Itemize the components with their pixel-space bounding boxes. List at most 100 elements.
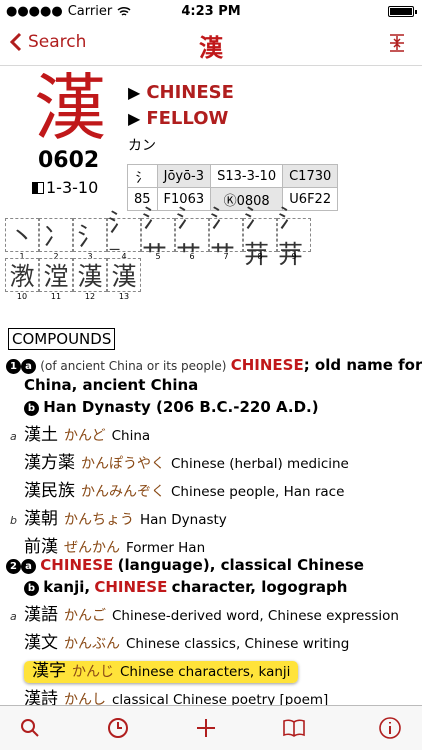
stroke-glyph: 丶 (5, 218, 39, 252)
compound-reading: ぜんかん (64, 540, 120, 556)
tab-book[interactable] (282, 716, 306, 740)
compound-reading: かんちょう (64, 512, 134, 528)
number-1-icon: 1 (6, 358, 21, 374)
stroke-glyph: 漢 (73, 258, 107, 292)
navigation-bar: Search 漢 (0, 22, 422, 66)
compound-word: 漢方薬 (24, 453, 75, 473)
stroke-number: 11 (50, 292, 62, 301)
compounds-heading: COMPOUNDS (8, 328, 116, 350)
stroke-row-1: 丶 1 冫 2 氵 3 氵⁻ 4 氵艹 5 氵艹 6 氵艹 7 氵茾 8 氵茾 9 (5, 204, 311, 269)
stroke-glyph: 冫 (39, 218, 73, 252)
half-square-icon (32, 181, 44, 194)
list-item[interactable]: 漢文 かんぶん Chinese classics, Chinese writing (10, 628, 349, 653)
entry-content: 前漢 ぜんかん Former Han (24, 537, 206, 557)
tab-search[interactable] (18, 716, 42, 740)
stroke-glyph: 氵茾 (243, 204, 277, 269)
joyo-cell: Jōyō-3 (156, 164, 212, 188)
battery-icon (388, 6, 417, 17)
stroke-cell: 氵茾 9 (277, 204, 311, 269)
stroke-cell: 漢 12 (73, 258, 107, 301)
stroke-cell: 氵艹 6 (175, 204, 209, 269)
s-code-cell: S13-3-10 (210, 164, 284, 188)
entry-content: 漢朝 かんちょう Han Dynasty (24, 509, 227, 529)
tab-add[interactable] (194, 716, 218, 740)
compound-gloss: Chinese people, Han race (171, 484, 345, 500)
compound-reading: かんぽうやく (81, 456, 165, 472)
clock: 4:23 PM (181, 4, 241, 19)
list-item[interactable]: 前漢 ぜんかん Former Han (10, 532, 205, 557)
info-icon (379, 717, 401, 739)
compound-gloss: China (111, 428, 151, 444)
stroke-cell: 漢 13 (107, 258, 141, 301)
tab-info[interactable] (378, 716, 402, 740)
stroke-cell: 氵3 (73, 218, 107, 261)
stroke-glyph: 氵 (73, 218, 107, 252)
list-item[interactable]: a 漢土 かんど China (10, 420, 150, 445)
entry-content: 漢文 かんぶん Chinese classics, Chinese writing (24, 633, 350, 653)
stroke-number: 13 (118, 292, 130, 301)
stroke-glyph: 氵艹 (141, 204, 175, 269)
number-2-icon: 2 (6, 558, 21, 574)
list-item[interactable]: 漢民族 かんみんぞく Chinese people, Han race (10, 476, 344, 501)
list-item[interactable]: 漢方薬 かんぽうやく Chinese (herbal) medicine (10, 448, 349, 473)
letter-b-icon: b (24, 580, 39, 596)
book-icon (283, 719, 305, 737)
kanji-reading: カン (128, 138, 156, 154)
stroke-cell: 氵艹 5 (141, 204, 175, 269)
stroke-glyph: 漖 (5, 258, 39, 292)
stroke-order: 丶 1 冫 2 氵 3 氵⁻ 4 氵艹 5 氵艹 6 氵艹 7 氵茾 8 氵茾 9 漖 10 漟 11 漢 12 漢 13 (5, 204, 311, 301)
sense-1a-cont: China, ancient China (24, 376, 199, 394)
stroke-cell: 冫2 (39, 218, 73, 261)
compound-word: 漢字 (32, 661, 66, 681)
highlighted-entry: 漢字 かんじ Chinese characters, kanji (24, 661, 299, 683)
compound-gloss: Former Han (126, 540, 206, 556)
letter-b-icon: b (24, 400, 39, 416)
compound-reading: かんぶん (64, 636, 120, 652)
c-code-cell: C1730 (282, 164, 339, 188)
list-item[interactable]: a 漢語 かんご Chinese-derived word, Chinese expr… (10, 600, 399, 625)
stroke-cell: 氵艹 7 (209, 204, 243, 269)
play-arrow-icon: ▶ (128, 83, 141, 102)
search-icon (21, 719, 39, 737)
sense-2b: b kanji, CHINESE character, logograph (24, 578, 347, 596)
kanji-character: 漢 (34, 66, 107, 150)
play-arrow-icon: ▶ (128, 109, 141, 128)
entry-content: 漢方薬 かんぽうやく Chinese (herbal) medicine (24, 453, 349, 473)
sense-1b: b Han Dynasty (206 B.C.-220 A.D.) (24, 398, 319, 416)
stroke-number: 10 (16, 292, 28, 301)
list-item[interactable]: b 漢朝 かんちょう Han Dynasty (10, 504, 227, 529)
list-item[interactable]: 漢字 かんじ Chinese characters, kanji (10, 656, 299, 683)
stroke-glyph: 漢 (107, 258, 141, 292)
sense-marker: a (10, 610, 17, 623)
letter-a-icon: a (21, 358, 36, 374)
tab-bar (0, 705, 422, 750)
kanji-position: 1-3-10 (32, 178, 98, 197)
letter-a-icon: a (21, 558, 36, 574)
compound-gloss: Chinese classics, Chinese writing (126, 636, 350, 652)
radical-cell: 氵 (127, 164, 158, 188)
stroke-glyph: 氵艹 (175, 204, 209, 269)
split-view-button[interactable] (386, 32, 408, 58)
meaning-1: ▶ CHINESE (128, 82, 234, 103)
stroke-cell: 氵茾 8 (243, 204, 277, 269)
stroke-glyph: 氵艹 (209, 204, 243, 269)
tab-history[interactable] (106, 716, 130, 740)
compound-word: 前漢 (24, 537, 58, 557)
meaning-2: ▶ FELLOW (128, 108, 229, 129)
compound-word: 漢朝 (24, 509, 58, 529)
stroke-cell: 漟 11 (39, 258, 73, 301)
compound-word: 漢文 (24, 633, 58, 653)
status-bar: ●●●●● Carrier 4:23 PM (0, 0, 422, 22)
stroke-cell: 氵⁻ 4 (107, 208, 141, 268)
plus-icon (197, 719, 215, 737)
entry-content: 漢語 かんご Chinese-derived word, Chinese expre… (24, 605, 399, 625)
compound-gloss: Chinese characters, kanji (120, 664, 291, 680)
stroke-cell: 漖 10 (5, 258, 39, 301)
page-title: 漢 (199, 34, 223, 62)
kanji-code: 0602 (38, 148, 100, 173)
compound-gloss: Chinese-derived word, Chinese expression (112, 608, 399, 624)
stroke-number: 12 (84, 292, 96, 301)
sense-2a: 2a CHINESE (language), classical Chinese (6, 556, 364, 574)
compound-reading: かんど (64, 428, 106, 444)
compound-word: 漢民族 (24, 481, 75, 501)
